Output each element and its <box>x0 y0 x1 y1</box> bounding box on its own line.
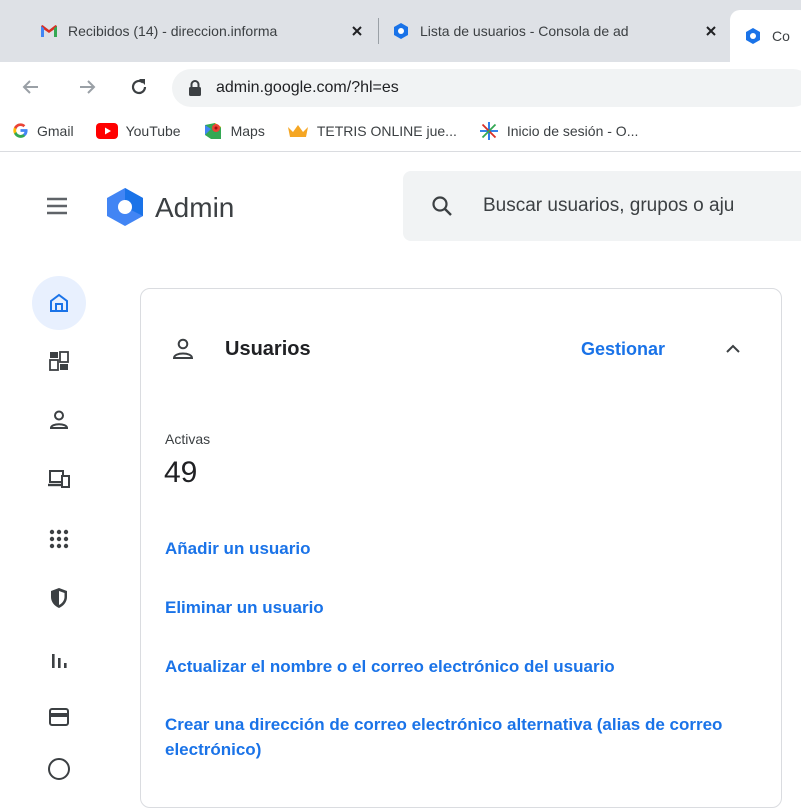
brand-title: Admin <box>155 192 235 223</box>
search-input[interactable]: Buscar usuarios, grupos o aju <box>403 171 801 241</box>
main-menu-button[interactable] <box>44 193 70 219</box>
lock-icon[interactable] <box>186 79 204 97</box>
rail-account[interactable] <box>32 742 86 796</box>
bookmark-login[interactable]: Inicio de sesión - O... <box>479 121 639 141</box>
users-card: Usuarios Gestionar Activas 49 Añadir un … <box>140 288 782 808</box>
reload-icon <box>131 79 147 95</box>
update-user-name-email-link[interactable]: Actualizar el nombre o el correo electró… <box>165 654 745 679</box>
back-arrow-icon <box>22 80 38 94</box>
admin-console-icon <box>394 23 408 39</box>
active-users-count: 49 <box>164 456 198 489</box>
tab-title: Lista de usuarios - Consola de ad <box>420 23 629 39</box>
delete-user-link[interactable]: Eliminar un usuario <box>165 595 745 620</box>
admin-logo[interactable] <box>104 187 146 232</box>
create-email-alias-link[interactable]: Crear una dirección de correo electrónic… <box>165 712 745 762</box>
users-icon <box>49 410 69 429</box>
account-icon <box>48 758 70 780</box>
bookmark-label: Maps <box>230 122 265 139</box>
crown-icon <box>287 123 309 139</box>
admin-header: Admin Buscar usuarios, grupos o aju <box>0 153 801 263</box>
bookmark-label: YouTube <box>125 122 181 139</box>
bookmark-youtube[interactable]: YouTube <box>95 122 181 139</box>
gmail-icon <box>41 25 57 37</box>
close-tab-icon[interactable] <box>700 20 722 42</box>
url-text[interactable]: admin.google.com/?hl=es <box>216 79 399 97</box>
back-button[interactable] <box>18 74 44 100</box>
admin-console-icon <box>746 28 760 44</box>
browser-toolbar: admin.google.com/?hl=es <box>0 62 801 110</box>
bookmark-gmail[interactable]: Gmail <box>12 122 74 139</box>
rail-apps[interactable] <box>32 512 86 566</box>
bookmarks-bar: Gmail YouTube Maps TETRIS ONLINE jue... … <box>0 110 801 152</box>
browser-tab-strip: Recibidos (14) - direccion.informa Lista… <box>0 0 801 62</box>
admin-logo-icon <box>107 188 143 226</box>
forward-button[interactable] <box>74 74 100 100</box>
tab-title: Co <box>772 28 790 44</box>
card-user-icon <box>171 337 195 366</box>
bookmark-maps[interactable]: Maps <box>203 121 265 141</box>
card-title: Usuarios <box>225 338 311 360</box>
maps-icon <box>203 121 223 141</box>
apps-grid-icon <box>49 529 69 549</box>
active-users-label: Activas <box>165 431 211 447</box>
youtube-icon <box>95 122 118 139</box>
billing-card-icon <box>49 708 69 726</box>
reports-bar-chart-icon <box>52 654 67 668</box>
chevron-up-icon <box>726 344 740 353</box>
sparkle-icon <box>479 121 499 141</box>
forward-arrow-icon <box>80 80 96 94</box>
reload-button[interactable] <box>126 74 152 100</box>
bookmark-label: Gmail <box>37 122 74 139</box>
tab-gmail[interactable]: Recibidos (14) - direccion.informa <box>40 10 368 52</box>
bookmark-label: Inicio de sesión - O... <box>506 122 639 139</box>
rail-devices[interactable] <box>32 452 86 506</box>
add-user-link[interactable]: Añadir un usuario <box>165 536 745 561</box>
home-icon <box>50 293 68 312</box>
bookmark-label: TETRIS ONLINE jue... <box>316 122 457 139</box>
collapse-card-button[interactable] <box>721 337 745 361</box>
search-icon <box>431 195 453 217</box>
address-bar[interactable]: admin.google.com/?hl=es <box>172 69 801 107</box>
search-placeholder: Buscar usuarios, grupos o aju <box>483 195 735 216</box>
security-shield-icon <box>51 588 67 608</box>
rail-dashboard[interactable] <box>32 334 86 388</box>
devices-icon <box>48 470 70 488</box>
bookmark-tetris[interactable]: TETRIS ONLINE jue... <box>287 123 457 139</box>
rail-security[interactable] <box>32 571 86 625</box>
close-tab-icon[interactable] <box>346 20 368 42</box>
manage-users-link[interactable]: Gestionar <box>581 339 665 360</box>
user-icon <box>172 338 194 359</box>
tab-title: Recibidos (14) - direccion.informa <box>68 23 278 39</box>
dashboard-icon <box>49 351 69 371</box>
tab-separator <box>378 18 379 44</box>
hamburger-menu-icon <box>47 197 67 215</box>
rail-users[interactable] <box>32 393 86 447</box>
rail-reports[interactable] <box>32 632 86 686</box>
rail-billing[interactable] <box>32 690 86 744</box>
rail-home[interactable] <box>32 276 86 330</box>
google-icon <box>12 122 29 139</box>
tab-active[interactable]: Co <box>730 10 801 62</box>
tab-user-list[interactable]: Lista de usuarios - Consola de ad <box>392 10 722 52</box>
